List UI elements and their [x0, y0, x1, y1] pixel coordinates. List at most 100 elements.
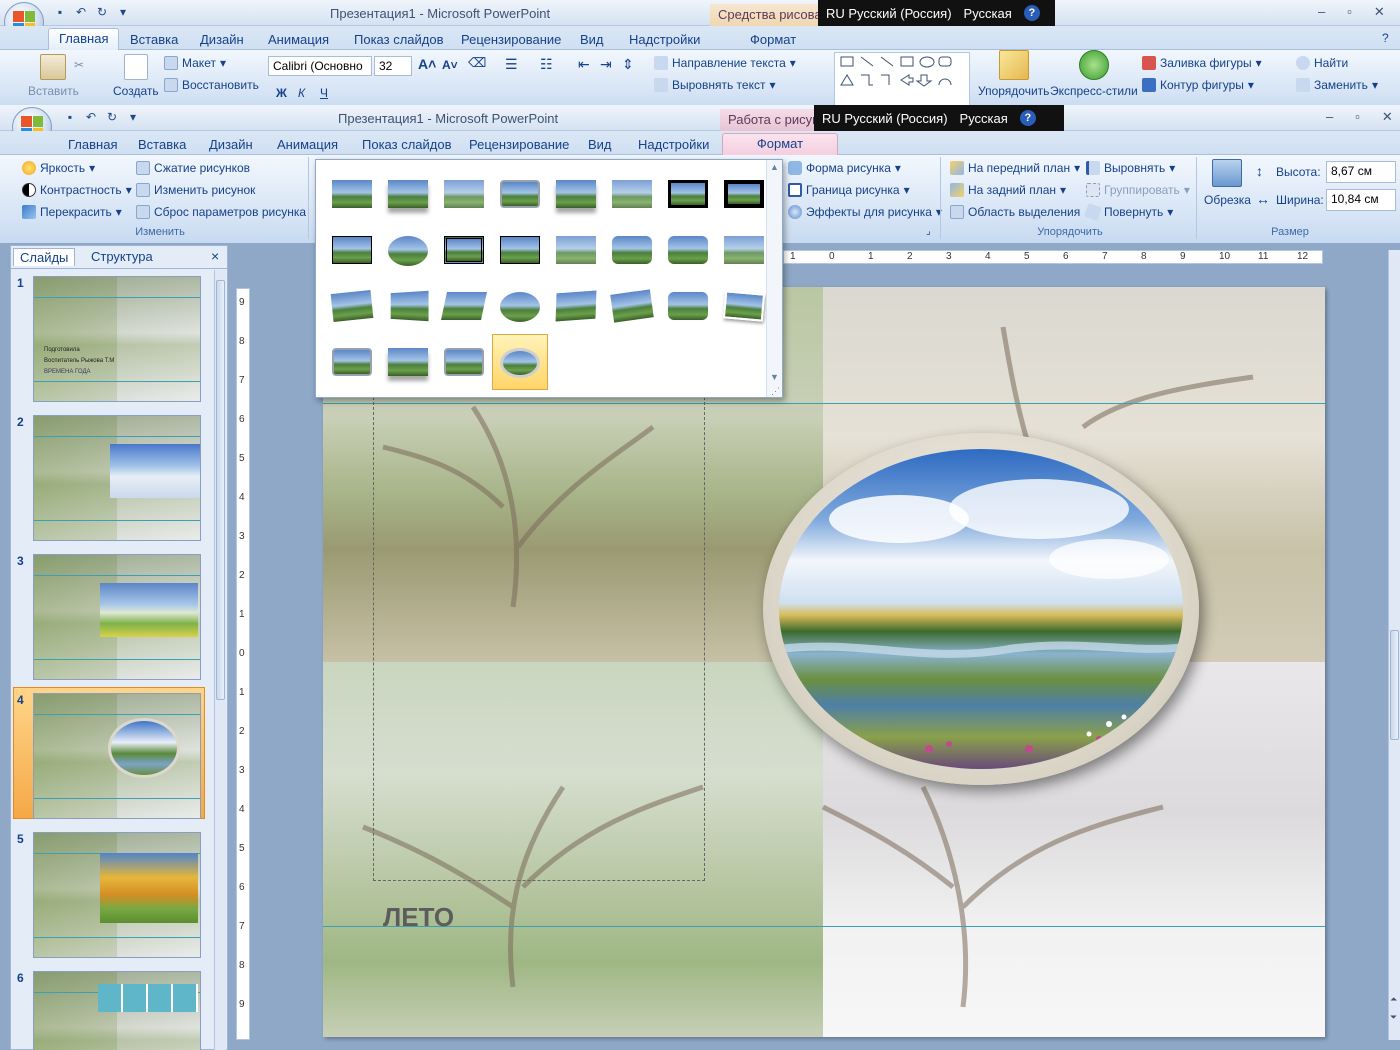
selection-pane-button[interactable]: Область выделения — [950, 205, 1080, 219]
clear-format-icon[interactable]: ⌫ — [468, 55, 486, 71]
help-icon[interactable]: ? — [1382, 31, 1389, 45]
help-icon[interactable]: ? — [1019, 110, 1036, 126]
save-icon[interactable]: ▪ — [62, 109, 78, 125]
summer-landscape-picture[interactable] — [779, 449, 1183, 769]
slide-thumbnail[interactable] — [33, 554, 201, 680]
reset-picture-button[interactable]: Сброс параметров рисунка — [136, 205, 306, 219]
picture-style-fade2[interactable] — [724, 236, 764, 264]
next-slide-icon[interactable]: ⏷ — [1390, 1012, 1397, 1023]
numbering-icon[interactable]: ☷ — [540, 56, 553, 73]
maximize-icon[interactable]: ▫ — [1355, 109, 1360, 125]
resize-grip-icon[interactable]: ⋰ — [771, 386, 780, 397]
help-icon[interactable]: ? — [1023, 5, 1040, 21]
scroll-down-icon[interactable]: ▼ — [770, 372, 779, 382]
grow-font-icon[interactable]: A˄ — [418, 56, 436, 72]
redo-icon[interactable]: ↻ — [104, 109, 120, 125]
picture-style-reflect2[interactable] — [388, 348, 428, 376]
close-icon[interactable]: ✕ — [1382, 109, 1393, 125]
arrange-button[interactable]: Упорядочить — [978, 50, 1049, 98]
tab-slides[interactable]: Слайды — [13, 248, 76, 266]
restore-button[interactable]: Восстановить — [164, 78, 259, 92]
bullets-icon[interactable]: ☰ — [505, 56, 518, 73]
tab-insert[interactable]: Вставка — [120, 30, 188, 49]
align-button[interactable]: Выровнять ▾ — [1086, 161, 1175, 175]
tab-addins[interactable]: Надстройки — [628, 135, 719, 154]
new-slide-button[interactable]: Создать — [113, 54, 159, 98]
picture-style-plain[interactable] — [332, 180, 372, 208]
undo-icon[interactable]: ↶ — [83, 109, 99, 125]
customize-qat-icon[interactable]: ▾ — [125, 109, 141, 125]
indent-icon[interactable]: ⇤ — [578, 56, 590, 73]
contrast-button[interactable]: Контрастность ▾ — [22, 183, 132, 197]
tab-view[interactable]: Вид — [570, 30, 614, 49]
shape-outline-button[interactable]: Контур фигуры ▾ — [1142, 78, 1254, 92]
tab-addins[interactable]: Надстройки — [619, 30, 710, 49]
tab-animation[interactable]: Анимация — [258, 30, 339, 49]
picture-effects-button[interactable]: Эффекты для рисунка ▾ — [788, 205, 942, 219]
tab-animation[interactable]: Анимация — [267, 135, 348, 154]
minimize-icon[interactable]: – — [1326, 109, 1333, 125]
tab-design[interactable]: Дизайн — [190, 30, 254, 49]
picture-style-rotated[interactable] — [555, 290, 597, 322]
undo-icon[interactable]: ↶ — [73, 4, 89, 20]
customize-qat-icon[interactable]: ▾ — [115, 4, 131, 20]
picture-style-snip2[interactable] — [668, 292, 708, 320]
compress-pictures-button[interactable]: Сжатие рисунков — [136, 161, 250, 175]
close-pane-icon[interactable]: × — [211, 248, 219, 264]
tab-insert[interactable]: Вставка — [128, 135, 196, 154]
picture-style-snip[interactable] — [668, 236, 708, 264]
close-icon[interactable]: ✕ — [1374, 4, 1385, 20]
save-icon[interactable]: ▪ — [52, 4, 68, 20]
tab-home[interactable]: Главная — [58, 135, 127, 154]
picture-style-skew[interactable] — [441, 292, 487, 320]
tab-format[interactable]: Формат — [740, 30, 806, 49]
slide-caption[interactable]: ЛЕТО — [383, 902, 454, 933]
picture-style-softedge[interactable] — [556, 236, 596, 264]
brightness-button[interactable]: Яркость ▾ — [22, 161, 95, 175]
slide-thumbnail[interactable] — [33, 693, 201, 819]
text-placeholder-box[interactable] — [373, 397, 705, 881]
quick-styles-button[interactable]: Экспресс-стили — [1050, 50, 1138, 98]
picture-style-perspective[interactable] — [390, 290, 429, 322]
shrink-font-icon[interactable]: A˅ — [442, 58, 458, 72]
tab-slideshow[interactable]: Показ слайдов — [352, 135, 462, 154]
send-back-button[interactable]: На задний план ▾ — [950, 183, 1066, 197]
replace-button[interactable]: Заменить ▾ — [1296, 78, 1378, 92]
height-field[interactable]: 8,67 см — [1326, 161, 1396, 183]
tab-review[interactable]: Рецензирование — [451, 30, 571, 49]
keyboard-layout[interactable]: Русская — [960, 111, 1008, 126]
scroll-thumb[interactable] — [216, 280, 225, 700]
cut-icon[interactable]: ✂ — [74, 58, 84, 72]
line-spacing-icon[interactable]: ⇕ — [622, 56, 634, 73]
group-button[interactable]: Группировать ▾ — [1086, 183, 1190, 197]
recolor-button[interactable]: Перекрасить ▾ — [22, 205, 122, 219]
picture-style-rounded[interactable] — [612, 236, 652, 264]
picture-style-paper[interactable] — [722, 290, 766, 322]
picture-style-shadow[interactable] — [388, 180, 428, 208]
italic-icon[interactable]: К — [298, 86, 305, 100]
picture-style-thickblack[interactable] — [666, 178, 710, 210]
paste-button[interactable]: Вставить — [28, 54, 79, 98]
tab-review[interactable]: Рецензирование — [459, 135, 579, 154]
bring-front-button[interactable]: На передний план ▾ — [950, 161, 1080, 175]
tab-format[interactable]: Формат — [722, 133, 838, 155]
shape-fill-button[interactable]: Заливка фигуры ▾ — [1142, 56, 1262, 70]
layout-button[interactable]: Макет ▾ — [164, 56, 226, 70]
gallery-scrollbar[interactable]: ▲ ▼ — [766, 160, 782, 397]
language-indicator[interactable]: RU Русский (Россия) — [822, 111, 948, 126]
rotate-button[interactable]: Повернуть ▾ — [1084, 203, 1173, 221]
scroll-thumb[interactable] — [1390, 630, 1399, 740]
picture-style-ovalsoft[interactable] — [500, 292, 540, 322]
picture-style-metal[interactable] — [332, 348, 372, 376]
slide-thumbnail[interactable] — [33, 832, 201, 958]
tab-home[interactable]: Главная — [48, 28, 120, 50]
tab-view[interactable]: Вид — [578, 135, 622, 154]
tab-outline[interactable]: Структура — [85, 248, 159, 265]
outdent-icon[interactable]: ⇥ — [600, 56, 612, 73]
picture-style-bevel2[interactable] — [444, 348, 484, 376]
slide-scrollbar[interactable]: ⏶ ⏷ — [1388, 250, 1400, 1040]
picture-shape-button[interactable]: Форма рисунка ▾ — [788, 161, 901, 175]
find-button[interactable]: Найти — [1296, 56, 1348, 70]
minimize-icon[interactable]: – — [1318, 4, 1325, 20]
previous-slide-icon[interactable]: ⏶ — [1390, 994, 1397, 1005]
